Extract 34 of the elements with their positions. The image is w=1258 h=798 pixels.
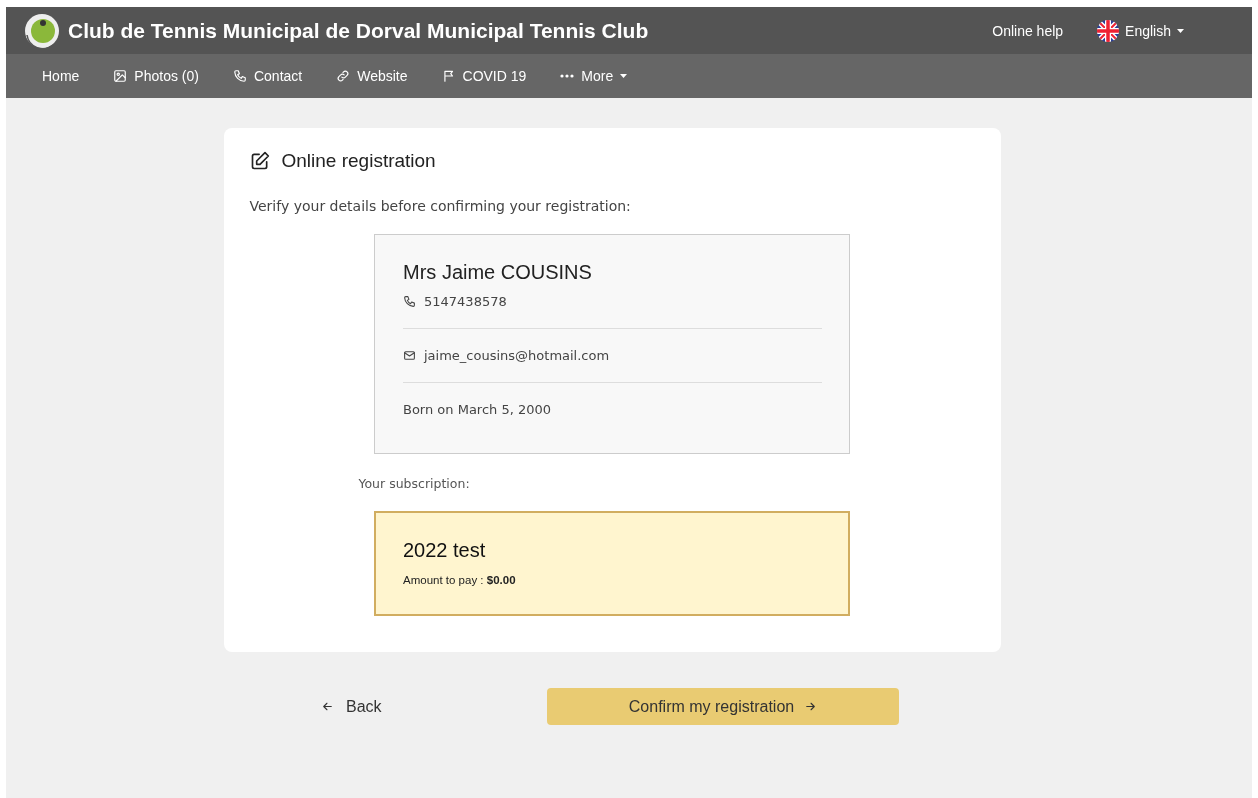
link-icon xyxy=(336,69,351,83)
nav-item[interactable]: Photos (0) xyxy=(113,68,199,84)
edit-icon xyxy=(249,151,270,171)
caret-icon xyxy=(1177,28,1184,33)
club-title: Club de Tennis Municipal de Dorval Municipal Tennis Club xyxy=(68,18,650,43)
amount-text: Amount to pay : $0.00 xyxy=(403,574,517,586)
card-title: Online registration xyxy=(281,150,436,172)
arrow-left-icon xyxy=(321,700,334,713)
help-link[interactable]: Online help xyxy=(992,22,1064,39)
flag-icon xyxy=(441,69,456,83)
nav-item[interactable]: COVID 19 xyxy=(441,68,527,84)
phone-number: 5147438578 xyxy=(424,294,507,309)
nav-item[interactable]: Contact xyxy=(232,68,303,84)
back-button[interactable]: Back xyxy=(321,697,547,716)
email-address: jaime_cousins@hotmail.com xyxy=(424,348,610,363)
confirm-button[interactable]: Confirm my registration xyxy=(547,688,899,725)
image-icon xyxy=(113,69,128,83)
arrow-right-icon xyxy=(804,700,818,713)
language-dropdown[interactable]: English xyxy=(1097,19,1184,42)
club-logo-icon xyxy=(24,12,60,49)
phone-icon xyxy=(232,69,247,83)
birth-date: Born on March 5, 2000 xyxy=(403,402,552,417)
person-name: Mrs Jaime COUSINS xyxy=(403,261,593,284)
uk-flag-icon xyxy=(1097,19,1120,42)
nav-item[interactable]: More xyxy=(560,68,628,84)
nav-item[interactable]: Home xyxy=(42,68,80,84)
nav-item[interactable]: Website xyxy=(336,68,408,84)
subscription-name: 2022 test xyxy=(403,539,487,562)
mail-icon xyxy=(403,349,416,362)
phone-icon xyxy=(403,295,416,308)
intro-text: Verify your details before confirming your registration: xyxy=(249,198,632,214)
caret-icon xyxy=(620,74,628,78)
dots-icon xyxy=(560,74,575,78)
subscription-label: Your subscription: xyxy=(358,476,470,491)
